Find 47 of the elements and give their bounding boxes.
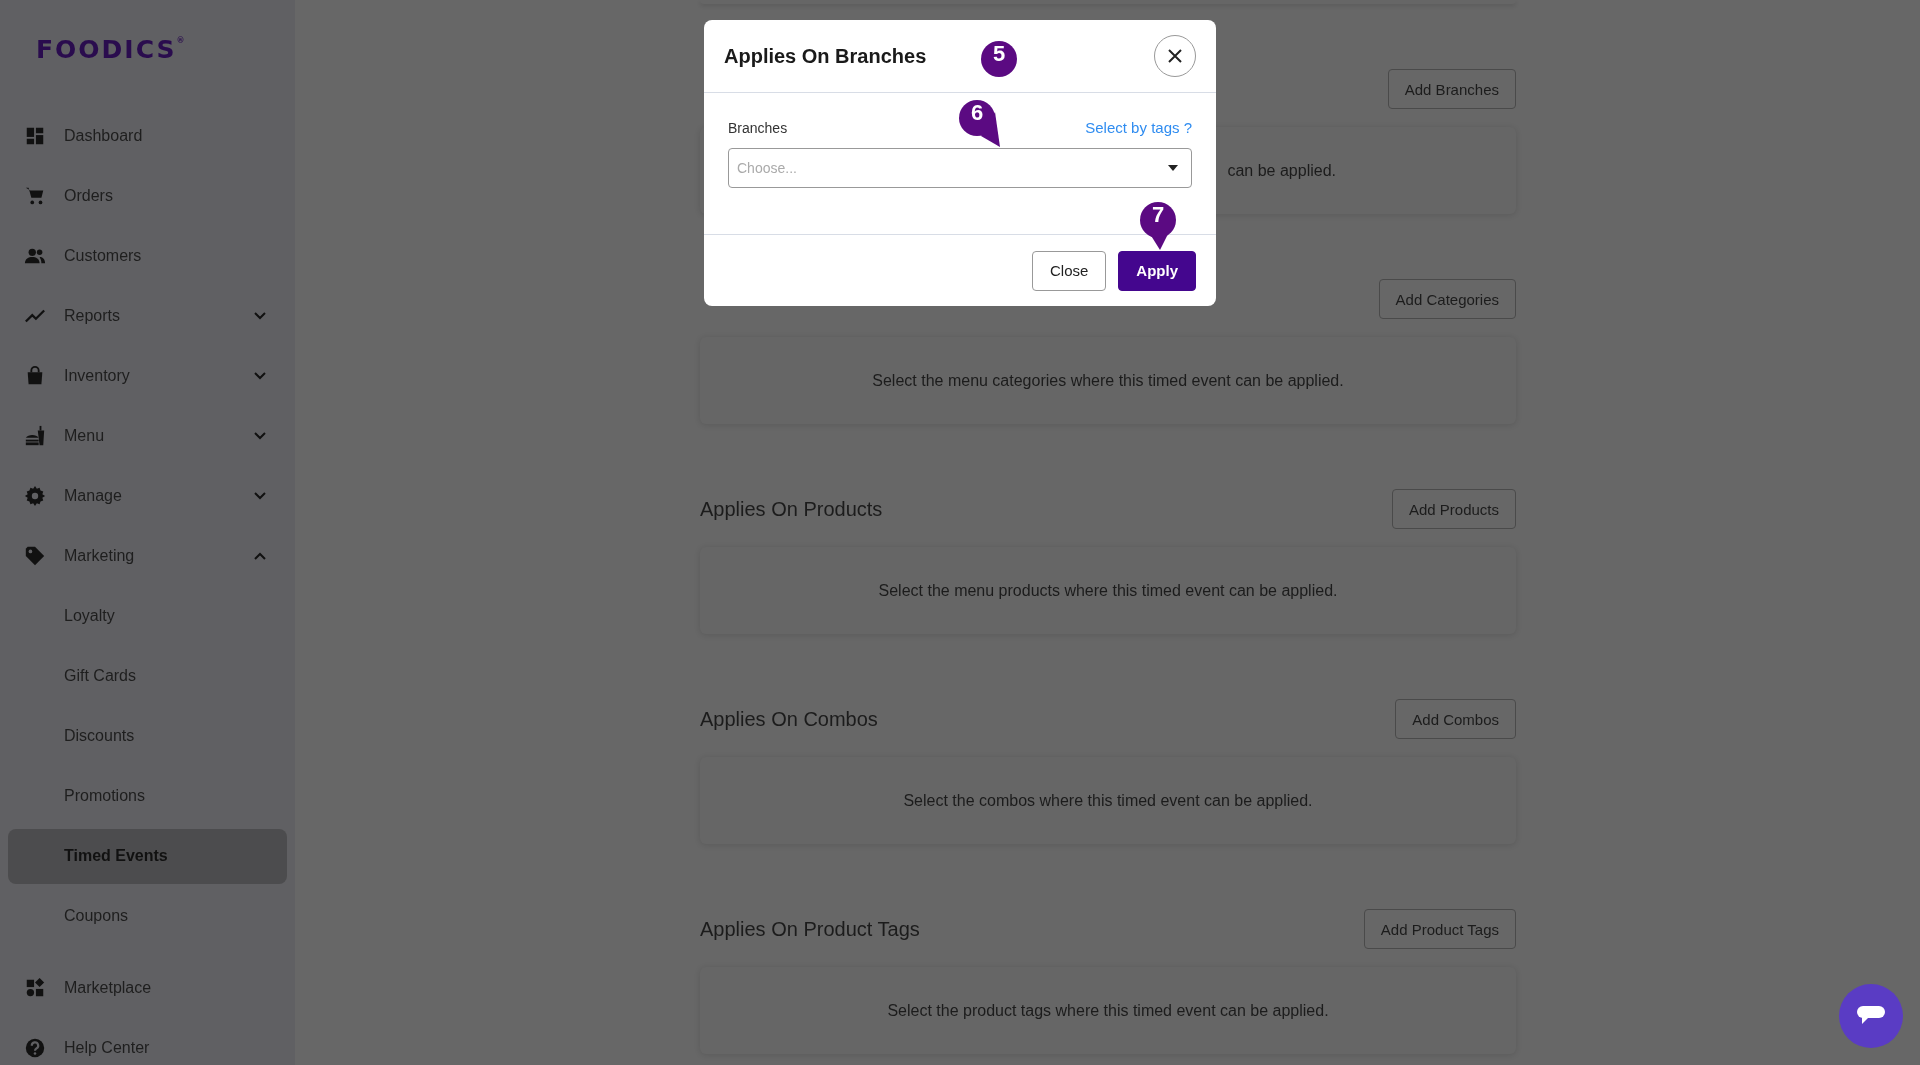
empty-state-text: Select the menu products where this timed event can be applied. — [878, 581, 1338, 600]
sidebar-subitem[interactable]: Timed Events — [8, 828, 287, 884]
add-button[interactable]: Add Product Tags — [1363, 909, 1516, 949]
add-button[interactable]: Add Products — [1391, 489, 1516, 529]
caret-icon — [1168, 165, 1178, 171]
empty-state-text: Select the menu categories where this timed event can be applied. — [872, 371, 1344, 390]
add-button[interactable]: Add Branches — [1387, 69, 1516, 109]
sidebar-item[interactable]: Marketing — [0, 526, 295, 586]
sidebar-item[interactable]: Inventory — [0, 346, 295, 406]
sidebar-item[interactable]: Customers — [0, 226, 295, 286]
step-marker: 5 — [981, 41, 1017, 77]
sidebar-item[interactable]: Orders — [0, 166, 295, 226]
help-icon — [24, 1037, 46, 1059]
burger-drink-icon — [24, 425, 46, 447]
sidebar-subitem[interactable]: Promotions — [8, 768, 287, 824]
tag-icon — [24, 545, 46, 567]
section-title: Applies On Products — [700, 497, 883, 521]
empty-state-text: Select the product tags where this timed event can be applied. — [887, 1001, 1329, 1020]
sidebar-subitem[interactable]: Gift Cards — [8, 648, 287, 704]
add-button[interactable]: Add Combos — [1395, 699, 1516, 739]
sidebar-item[interactable]: Help Center — [0, 1018, 295, 1065]
field-label: Branches — [728, 119, 788, 136]
sidebar-item[interactable]: Marketplace — [0, 958, 295, 1018]
sidebar-subitem[interactable]: Loyalty — [8, 588, 287, 644]
sidebar-item[interactable]: Dashboard — [0, 106, 295, 166]
section-title: Applies On Product Tags — [700, 917, 920, 941]
modal-title: Applies On Branches — [724, 44, 927, 68]
cart-icon — [24, 185, 46, 207]
sidebar-subitem[interactable]: Coupons — [8, 888, 287, 944]
empty-state-text: Select the combos where this timed event can be applied. — [903, 791, 1313, 810]
settings-icon — [24, 485, 46, 507]
section-title: Applies On Combos — [700, 707, 878, 731]
cancel-button[interactable]: Close — [1031, 250, 1107, 291]
empty-state-text: can be applied. — [1227, 161, 1336, 180]
dashboard-icon — [24, 125, 46, 147]
select-by-tags-link[interactable]: Select by tags ? — [1085, 119, 1192, 136]
close-icon — [1167, 48, 1183, 64]
sidebar-item[interactable]: Reports — [0, 286, 295, 346]
apps-icon — [24, 977, 46, 999]
sidebar-subitem[interactable]: Discounts — [8, 708, 287, 764]
sidebar-item[interactable]: Menu — [0, 406, 295, 466]
foodics-logo[interactable]: FOODICS$^{®}$ — [36, 37, 185, 62]
apply-button[interactable]: Apply — [1118, 250, 1196, 291]
sidebar-item[interactable]: Manage — [0, 466, 295, 526]
add-button[interactable]: Add Categories — [1378, 279, 1516, 319]
close-button[interactable] — [1154, 35, 1196, 77]
branches-dropdown[interactable]: Choose... — [728, 148, 1192, 188]
